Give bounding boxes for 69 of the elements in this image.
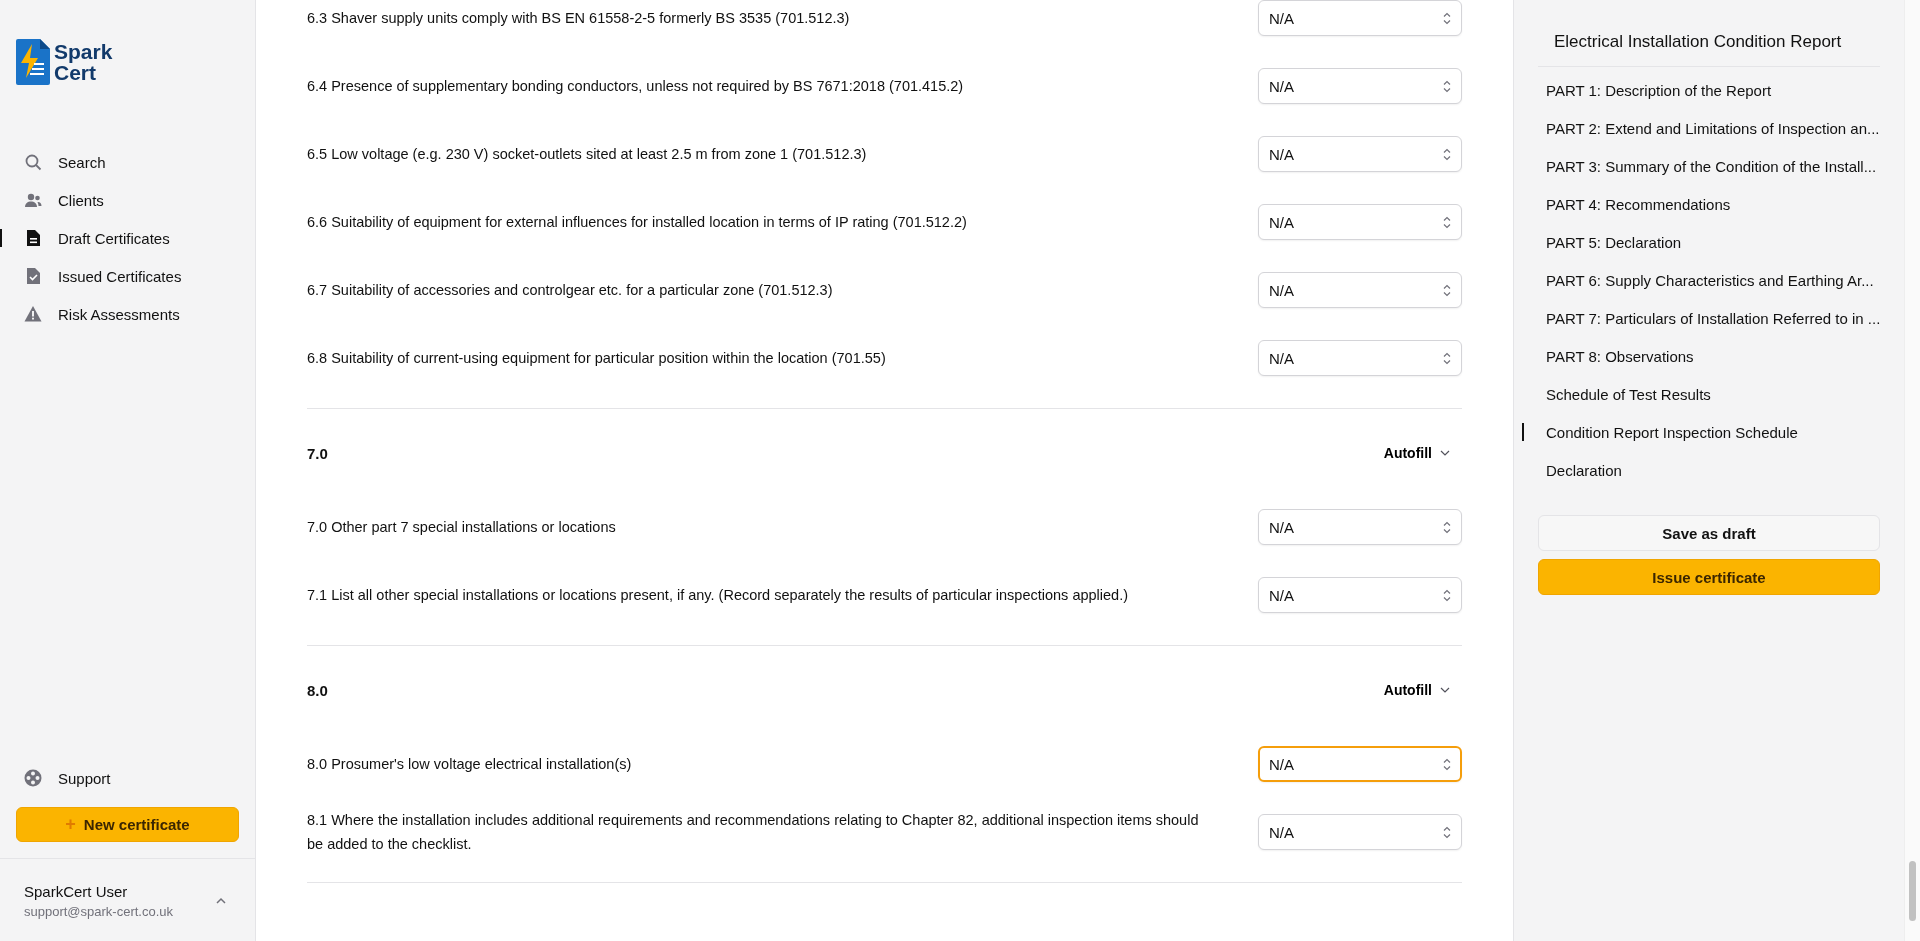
select-field[interactable]: N/A bbox=[1258, 746, 1462, 782]
save-draft-button[interactable]: Save as draft bbox=[1538, 515, 1880, 551]
up-down-chevron-icon bbox=[1443, 215, 1451, 229]
select-field[interactable]: N/A bbox=[1258, 814, 1462, 850]
inspection-item: 6.3 Shaver supply units comply with BS EN 61558-2-5 formerly BS 3535 (701.512.3) bbox=[307, 9, 850, 28]
up-down-chevron-icon bbox=[1443, 11, 1451, 25]
outline-item[interactable]: Declaration bbox=[1538, 451, 1880, 489]
select-field[interactable]: N/A bbox=[1258, 340, 1462, 376]
inspection-item: 6.7 Suitability of accessories and controlgear etc. for a particular zone (701.512.3) bbox=[307, 281, 833, 300]
logo-icon bbox=[16, 39, 50, 85]
section-heading: 7.0 bbox=[307, 444, 328, 462]
users-icon bbox=[24, 191, 42, 209]
outline-item[interactable]: Schedule of Test Results bbox=[1538, 375, 1880, 413]
outline-item[interactable]: PART 2: Extend and Limitations of Inspection an... bbox=[1538, 109, 1880, 147]
nav-item[interactable]: Support bbox=[0, 759, 255, 797]
nav-item[interactable]: Risk Assessments bbox=[0, 295, 255, 333]
up-down-chevron-icon bbox=[1443, 283, 1451, 297]
inspection-item: 8.1 Where the installation includes additional requirements and recommendations relating to Chapter 82, additional inspection items should be added to the checklist. bbox=[307, 811, 1200, 854]
nav-item[interactable]: Draft Certificates bbox=[0, 219, 255, 257]
section-heading: 8.0 bbox=[307, 681, 328, 699]
autofill-button[interactable]: Autofill bbox=[1383, 682, 1450, 698]
outline-item[interactable]: Condition Report Inspection Schedule bbox=[1538, 413, 1880, 451]
select-field[interactable]: N/A bbox=[1258, 272, 1462, 308]
select-field[interactable]: N/A bbox=[1258, 0, 1462, 36]
checked-document-icon bbox=[24, 267, 42, 285]
outline-item[interactable]: PART 3: Summary of the Condition of the Install... bbox=[1538, 147, 1880, 185]
up-down-chevron-icon bbox=[1443, 588, 1451, 602]
report-title: Electrical Installation Condition Report bbox=[1538, 0, 1880, 67]
up-down-chevron-icon bbox=[1443, 757, 1451, 771]
select-field[interactable]: N/A bbox=[1258, 509, 1462, 545]
select-field[interactable]: N/A bbox=[1258, 136, 1462, 172]
nav-item[interactable]: Clients bbox=[0, 181, 255, 219]
select-field[interactable]: N/A bbox=[1258, 204, 1462, 240]
warning-icon bbox=[24, 305, 42, 323]
chevron-down-icon bbox=[1440, 687, 1450, 693]
new-certificate-button[interactable]: + New certificate bbox=[16, 807, 239, 842]
outline-item[interactable]: PART 1: Description of the Report bbox=[1538, 71, 1880, 109]
user-name: SparkCert User bbox=[24, 883, 129, 900]
inspection-item: 8.0 Prosumer's low voltage electrical installation(s) bbox=[307, 755, 632, 774]
chevron-down-icon bbox=[1440, 450, 1450, 456]
issue-certificate-button[interactable]: Issue certificate bbox=[1538, 559, 1880, 595]
up-down-chevron-icon bbox=[1443, 147, 1451, 161]
logo-text: Spark Cert bbox=[54, 41, 113, 83]
outline-item[interactable]: PART 7: Particulars of Installation Referred to in ... bbox=[1538, 299, 1880, 337]
up-down-chevron-icon bbox=[1443, 79, 1451, 93]
up-down-chevron-icon bbox=[1443, 351, 1451, 365]
select-field[interactable]: N/A bbox=[1258, 68, 1462, 104]
document-icon bbox=[24, 229, 42, 247]
outline-item[interactable]: PART 6: Supply Characteristics and Earthing Ar... bbox=[1538, 261, 1880, 299]
nav-item[interactable]: Search bbox=[0, 143, 255, 181]
inspection-item: 6.6 Suitability of equipment for external influences for installed location in terms of IP rating (701.512.2) bbox=[307, 213, 967, 232]
inspection-item: 6.4 Presence of supplementary bonding conductors, unless not required by BS 7671:2018 (701.415.2) bbox=[307, 77, 964, 96]
nav-item[interactable]: Issued Certificates bbox=[0, 257, 255, 295]
scrollbar-thumb[interactable] bbox=[1909, 861, 1916, 921]
search-icon bbox=[24, 153, 42, 171]
inspection-item: 6.5 Low voltage (e.g. 230 V) socket-outlets sited at least 2.5 m from zone 1 (701.512.3) bbox=[307, 145, 867, 164]
outline-item[interactable]: PART 5: Declaration bbox=[1538, 223, 1880, 261]
outline-item[interactable]: PART 8: Observations bbox=[1538, 337, 1880, 375]
inspection-item: 6.8 Suitability of current-using equipment for particular position within the location (701.55) bbox=[307, 349, 886, 368]
select-field[interactable]: N/A bbox=[1258, 577, 1462, 613]
user-email: support@spark-cert.co.uk bbox=[24, 904, 175, 919]
caret-icon[interactable] bbox=[215, 897, 227, 905]
up-down-chevron-icon bbox=[1443, 520, 1451, 534]
inspection-item: 7.0 Other part 7 special installations or locations bbox=[307, 518, 616, 537]
autofill-button[interactable]: Autofill bbox=[1383, 445, 1450, 461]
outline-item[interactable]: PART 4: Recommendations bbox=[1538, 185, 1880, 223]
lifebuoy-icon bbox=[24, 769, 42, 787]
inspection-item: 7.1 List all other special installations or locations present, if any. (Record separately the results of particular inspections applied.) bbox=[307, 586, 1128, 605]
up-down-chevron-icon bbox=[1443, 825, 1451, 839]
